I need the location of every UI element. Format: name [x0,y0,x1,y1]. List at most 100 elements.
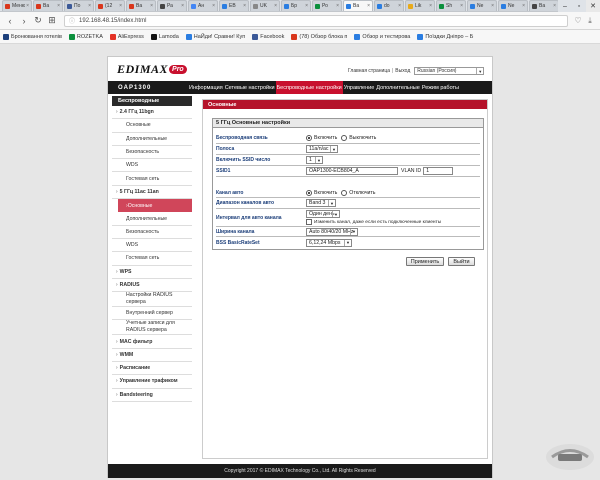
reload-icon[interactable]: ↻ [32,15,44,27]
ssid-count-select[interactable]: 1 ▼ [306,156,323,164]
bookmark-item[interactable]: ROZETKA [68,33,103,40]
menu-tab[interactable]: Информация [188,81,224,94]
tab-close-icon[interactable]: × [460,3,463,9]
tab-close-icon[interactable]: × [88,3,91,9]
browser-tab[interactable]: Бр × [281,0,311,11]
browser-tab[interactable]: Ва × [529,0,559,11]
forward-icon[interactable]: › [18,15,30,27]
auto-channel-off-radio[interactable] [341,189,348,196]
bookmark-item[interactable]: Поїздки Дніпро – Б [417,33,473,40]
menu-tab[interactable]: Режим работы [421,81,460,94]
wireless-off-radio[interactable] [341,135,348,141]
bookmark-item[interactable]: (78) Обзор блока п [291,33,347,40]
tab-close-icon[interactable]: × [274,3,277,9]
sidebar-item[interactable]: Настройки RADIUS сервера [112,292,192,308]
bookmark-item[interactable]: AliExpress [109,33,144,40]
menu-tab[interactable]: Беспроводные настройки [275,81,343,94]
browser-tab[interactable]: По × [64,0,94,11]
address-bar[interactable]: ⓘ 192.168.48.15/index.html [64,14,568,27]
tab-close-icon[interactable]: × [57,3,60,9]
browser-tab[interactable]: Ва × [126,0,156,11]
bookmark-heart-icon[interactable]: ♡ [572,15,584,27]
auto-channel-on-radio[interactable] [306,189,312,196]
cancel-button[interactable]: Выйти [448,257,475,266]
tab-close-icon[interactable]: × [491,3,494,9]
browser-tab[interactable]: Ne × [498,0,528,11]
sidebar-item[interactable]: › 2.4 ГГц 11bgn [112,106,192,120]
tab-close-icon[interactable]: × [336,3,339,9]
sidebar-item[interactable]: › WMM [112,349,192,363]
tab-close-icon[interactable]: × [119,3,122,9]
tab-close-icon[interactable]: × [212,3,215,9]
bss-select[interactable]: 6,12,24 Mbps ▼ [306,238,352,247]
sidebar-item[interactable]: › Расписание [112,362,192,376]
bookmark-item[interactable]: Lamoda [150,33,179,40]
auto-range-select[interactable]: Band 3 ▼ [306,199,336,207]
tab-close-icon[interactable]: × [243,3,246,9]
sidebar-item[interactable]: Гостевая сеть [112,252,192,266]
sidebar-item[interactable]: WDS [112,159,192,173]
menu-tab[interactable]: Управление [343,81,376,94]
vlan-input[interactable]: 1 [423,167,454,175]
browser-tab[interactable]: do × [374,0,404,11]
page-info-icon[interactable]: ⓘ [69,16,75,25]
sidebar-item[interactable]: Дополнительные [112,133,192,146]
sidebar-item[interactable]: Дополнительные [112,212,192,226]
sidebar-item[interactable]: › WPS [112,266,192,279]
tab-close-icon[interactable]: × [181,3,184,9]
download-icon[interactable]: ⤓ [584,15,596,27]
ssid1-input[interactable]: OAP1300-ECB804_A [306,167,398,175]
apply-button[interactable]: Применить [406,257,444,266]
menu-tab[interactable]: Дополнительные [375,81,421,94]
sidebar-item[interactable]: › Bandsteering [112,389,192,402]
bookmark-item[interactable]: Facebook [252,33,284,40]
sidebar-item[interactable]: › MAC фильтр [112,335,192,349]
sidebar-item[interactable]: Внутренний сервер [112,307,192,321]
sidebar-item[interactable]: WDS [112,239,192,253]
sidebar-item[interactable]: Гостевая сеть [112,172,192,186]
speed-dial-icon[interactable]: ⊞ [46,15,58,27]
sidebar-item[interactable]: › 5 ГГц 11ac 11an [112,186,192,200]
sidebar-item[interactable]: Безопасность [112,146,192,160]
tab-close-icon[interactable]: × [150,3,153,9]
browser-tab[interactable]: Ро × [312,0,342,11]
tab-close-icon[interactable]: × [429,3,432,9]
tab-close-icon[interactable]: × [26,3,29,9]
browser-tab[interactable]: ЕВ × [219,0,249,11]
sidebar-item[interactable]: Безопасность [112,226,192,239]
bookmark-item[interactable]: Обзор и тестирова [354,33,410,40]
browser-tab[interactable]: Ан × [188,0,218,11]
change-channel-checkbox[interactable] [306,219,312,225]
channel-width-select[interactable]: Auto 80/40/20 MHz ▼ [306,227,358,236]
back-icon[interactable]: ‹ [4,15,16,27]
browser-tab[interactable]: Ра × [157,0,187,11]
auto-interval-select[interactable]: Один день ▼ [306,210,340,218]
browser-tab[interactable]: UK × [250,0,280,11]
menu-tab[interactable]: Сетевые настройки [224,81,276,94]
browser-tab[interactable]: Меню × [2,0,32,11]
browser-tab[interactable]: Lik × [405,0,435,11]
minimize-icon[interactable]: – [558,0,572,12]
sidebar-item[interactable]: Учетные записи для RADIUS сервера [112,320,192,336]
maximize-icon[interactable]: ▫ [572,0,586,12]
logout-link[interactable]: Выход [395,68,410,74]
browser-tab[interactable]: (12 × [95,0,125,11]
bookmark-item[interactable]: Бронювання готелів [3,33,62,40]
tab-close-icon[interactable]: × [522,3,525,9]
browser-tab[interactable]: Ва × [33,0,63,11]
band-select[interactable]: 11a/n/ac ▼ [306,145,338,153]
browser-tab[interactable]: Ne × [467,0,497,11]
sidebar-item[interactable]: › Основные [118,199,192,213]
sidebar-item[interactable]: › Управление трафиком [112,375,192,389]
wireless-on-radio[interactable] [306,135,312,141]
tab-close-icon[interactable]: × [367,3,370,9]
bookmark-item[interactable]: НаЙди! Сравни! Куп [185,33,245,40]
language-select[interactable]: Russian (Россия) ▼ [414,67,485,75]
home-link[interactable]: Главная страница [348,68,390,74]
tab-close-icon[interactable]: × [305,3,308,9]
tab-close-icon[interactable]: × [553,3,556,9]
sidebar-item[interactable]: Основные [112,119,192,133]
browser-tab[interactable]: Ва × [343,0,373,11]
sidebar-item[interactable]: › RADIUS [112,279,192,293]
tab-close-icon[interactable]: × [398,3,401,9]
